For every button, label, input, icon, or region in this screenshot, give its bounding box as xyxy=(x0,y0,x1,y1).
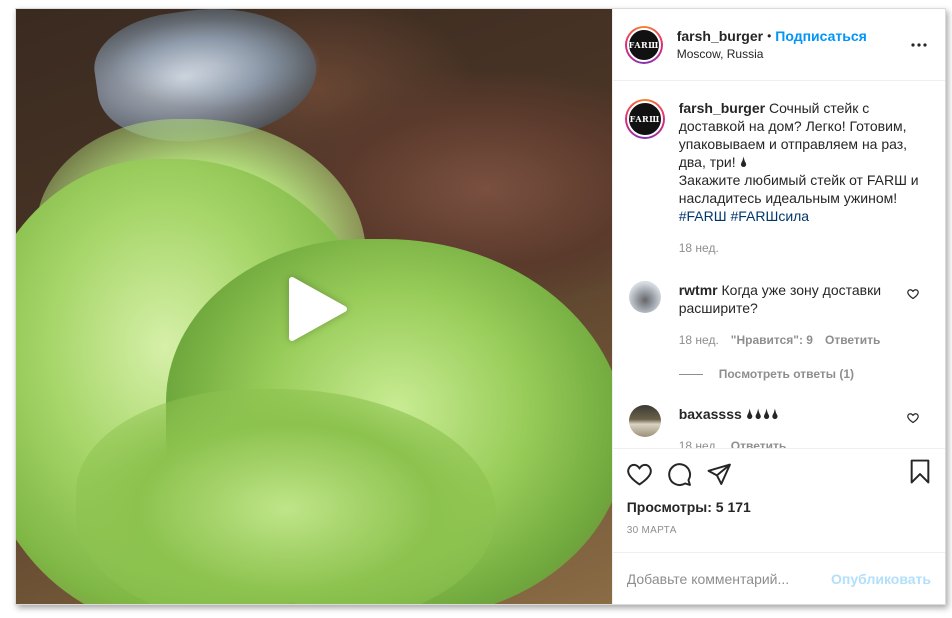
post-comment-button[interactable]: Опубликовать xyxy=(831,571,931,587)
like-comment-heart-icon[interactable] xyxy=(907,411,919,429)
more-horizontal-icon[interactable] xyxy=(907,33,931,57)
like-heart-icon[interactable] xyxy=(626,459,667,489)
comment-item: baxassss 🌢🌢🌢🌢 18 нед. Ответить xyxy=(625,405,931,448)
post-sidebar: FARШ farsh_burger • Подписаться Moscow, … xyxy=(611,9,945,604)
comment-time: 18 нед. xyxy=(678,439,719,448)
hashtag-link[interactable]: #FARШ xyxy=(679,208,727,224)
comment-item: rwtmr Когда уже зону доставки расширите?… xyxy=(625,281,931,349)
caption-body: farsh_burger Сочный стейк с доставкой на… xyxy=(679,99,919,257)
caption: FARШ farsh_burger Сочный стейк с доставк… xyxy=(624,99,931,257)
location-link[interactable]: Moscow, Russia xyxy=(677,47,907,61)
caption-time: 18 нед. xyxy=(678,241,719,255)
post-header: FARШ farsh_burger • Подписаться Moscow, … xyxy=(612,9,945,81)
instagram-post: FARШ farsh_burger • Подписаться Moscow, … xyxy=(15,8,946,605)
brand-logo: FARШ xyxy=(628,39,659,50)
caption-username[interactable]: farsh_burger xyxy=(679,100,765,116)
brand-logo: FARШ xyxy=(629,114,660,124)
views-count[interactable]: Просмотры: 5 171 xyxy=(627,499,931,515)
comment-meta: 18 нед. Ответить xyxy=(679,437,895,448)
play-icon[interactable] xyxy=(282,274,352,344)
avatar[interactable]: FARШ xyxy=(624,99,665,139)
view-replies-label: Посмотреть ответы (1) xyxy=(718,367,855,381)
comment-body: baxassss 🌢🌢🌢🌢 18 нед. Ответить xyxy=(679,405,895,448)
comments-section[interactable]: FARШ farsh_burger Сочный стейк с доставк… xyxy=(613,81,945,448)
header-info: farsh_burger • Подписаться Moscow, Russi… xyxy=(677,28,907,61)
comment-likes[interactable]: "Нравится": 9 xyxy=(731,331,813,349)
comment-input[interactable] xyxy=(626,570,832,587)
avatar[interactable] xyxy=(628,405,661,437)
avatar-image: FARШ xyxy=(626,101,663,137)
caption-text-2: Закажите любимый стейк от FARШ и наслади… xyxy=(678,172,919,206)
view-replies-button[interactable]: Посмотреть ответы (1) xyxy=(678,367,931,381)
post-actions: Просмотры: 5 171 30 МАРТА xyxy=(612,448,945,552)
header-line: farsh_burger • Подписаться xyxy=(677,28,907,44)
username-link[interactable]: farsh_burger xyxy=(677,28,763,44)
post-video[interactable] xyxy=(16,9,612,604)
comment-username[interactable]: rwtmr xyxy=(679,282,718,298)
avatar[interactable] xyxy=(628,281,661,313)
avatar-image: FARШ xyxy=(626,27,661,62)
avatar[interactable]: FARШ xyxy=(624,25,663,64)
reply-button[interactable]: Ответить xyxy=(731,437,786,448)
comment-bubble-icon[interactable] xyxy=(667,459,707,489)
separator-dot: • xyxy=(767,29,772,43)
comment-username[interactable]: baxassss xyxy=(679,406,742,422)
comment-body: rwtmr Когда уже зону доставки расширите?… xyxy=(679,281,895,349)
add-comment-bar: Опубликовать xyxy=(612,552,945,604)
reply-button[interactable]: Ответить xyxy=(825,331,880,349)
share-paper-plane-icon[interactable] xyxy=(707,459,747,489)
action-bar xyxy=(626,459,931,489)
comment-text: 🌢🌢🌢🌢 xyxy=(745,406,780,422)
hashtag-link[interactable]: #FARШсила xyxy=(730,208,809,224)
follow-button[interactable]: Подписаться xyxy=(775,28,867,44)
comment-meta: 18 нед. "Нравится": 9 Ответить xyxy=(679,331,895,349)
like-comment-heart-icon[interactable] xyxy=(907,287,919,305)
bookmark-icon[interactable] xyxy=(909,459,931,489)
replies-divider xyxy=(678,373,703,375)
post-date[interactable]: 30 МАРТА xyxy=(627,525,931,536)
comment-time: 18 нед. xyxy=(678,333,719,347)
